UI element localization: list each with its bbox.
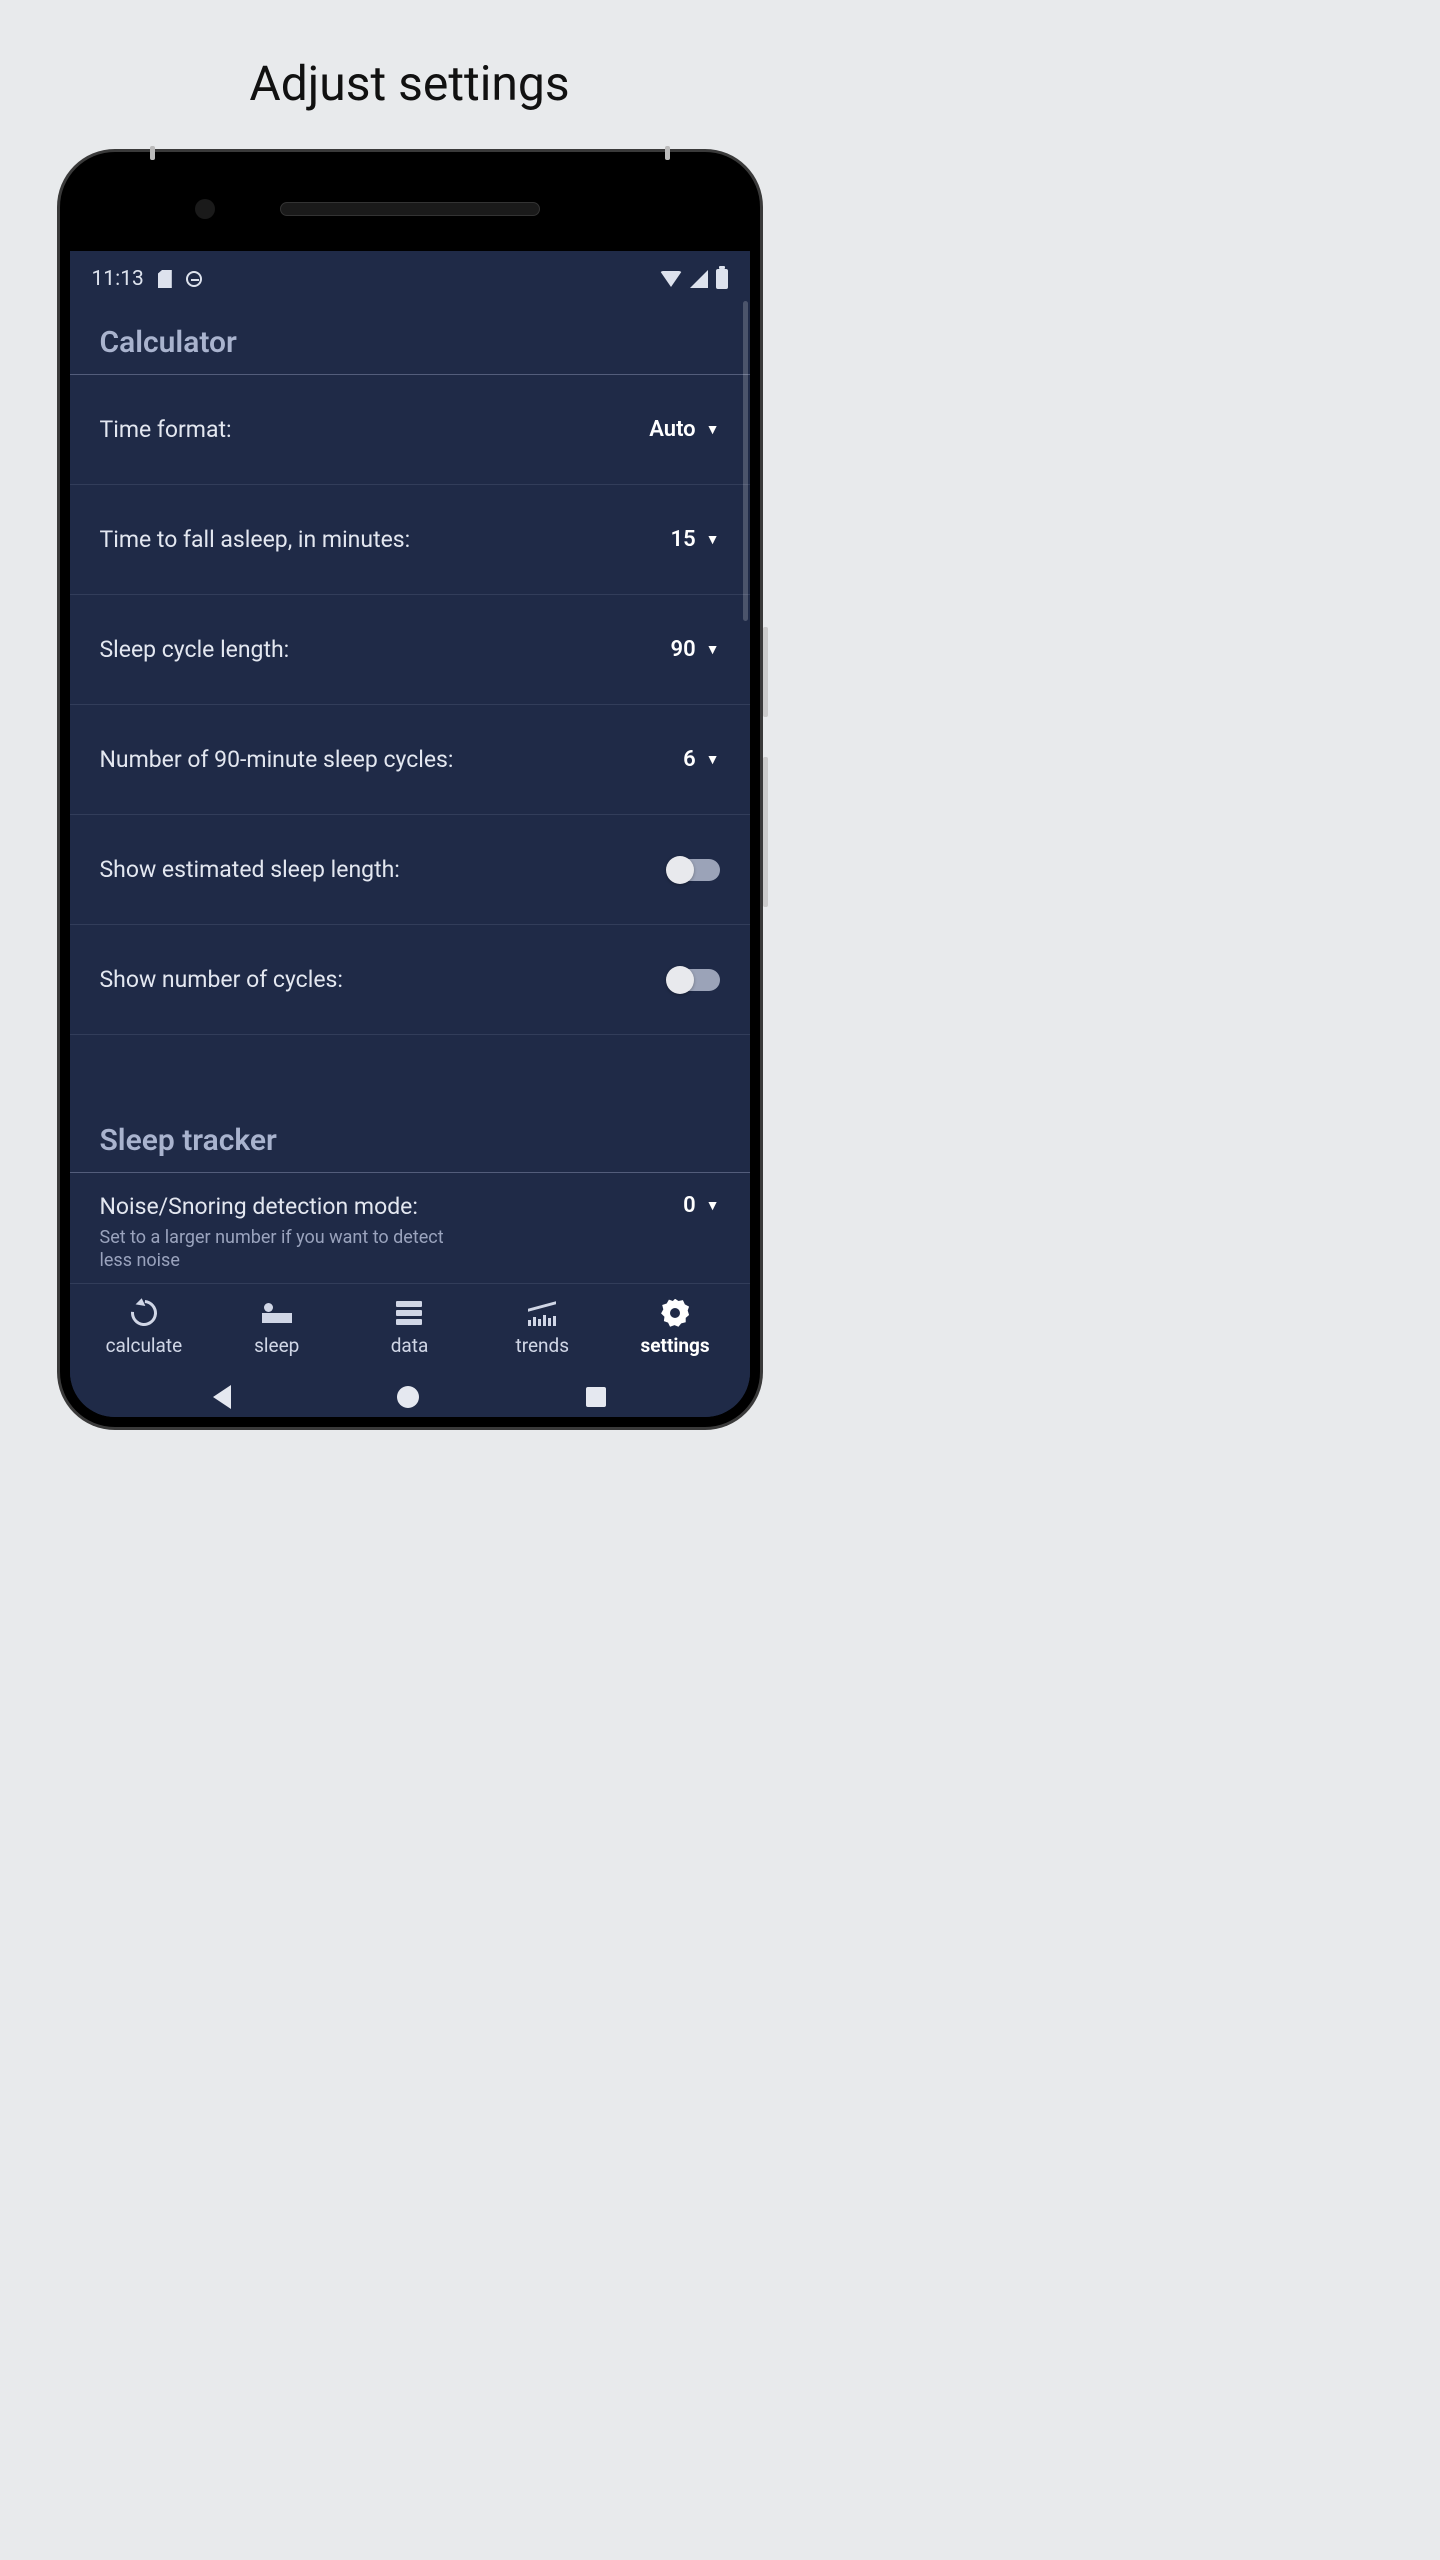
toggle-show-length[interactable] <box>668 859 720 881</box>
label-num-cycles: Number of 90-minute sleep cycles: <box>100 746 454 773</box>
home-button[interactable] <box>397 1386 419 1408</box>
chart-icon <box>528 1300 556 1326</box>
sync-icon <box>186 271 202 287</box>
chevron-down-icon: ▼ <box>706 1197 720 1214</box>
sublabel-noise-mode: Set to a larger number if you want to de… <box>100 1226 470 1273</box>
list-icon <box>396 1301 422 1325</box>
label-noise-mode: Noise/Snoring detection mode: <box>100 1193 470 1220</box>
page-title: Adjust settings <box>0 0 819 152</box>
sd-card-icon <box>158 270 172 288</box>
chevron-down-icon: ▼ <box>706 751 720 768</box>
row-fall-asleep[interactable]: Time to fall asleep, in minutes: 15 ▼ <box>70 485 750 595</box>
row-show-length[interactable]: Show estimated sleep length: <box>70 815 750 925</box>
label-fall-asleep: Time to fall asleep, in minutes: <box>100 526 411 553</box>
label-cycle-length: Sleep cycle length: <box>100 636 290 663</box>
gear-icon <box>661 1299 689 1327</box>
phone-speaker <box>280 202 540 216</box>
dropdown-num-cycles[interactable]: 6 ▼ <box>683 747 719 772</box>
bottom-nav: calculate sleep data <box>70 1284 750 1367</box>
label-show-length: Show estimated sleep length: <box>100 856 400 883</box>
refresh-icon <box>126 1294 163 1331</box>
wifi-icon <box>660 271 682 287</box>
screen: 11:13 Calculator Time format: <box>70 251 750 1417</box>
recent-apps-button[interactable] <box>586 1387 606 1407</box>
nav-settings[interactable]: settings <box>609 1298 742 1357</box>
dropdown-fall-asleep[interactable]: 15 ▼ <box>671 527 720 552</box>
dropdown-time-format[interactable]: Auto ▼ <box>649 417 719 442</box>
dropdown-cycle-length[interactable]: 90 ▼ <box>671 637 720 662</box>
chevron-down-icon: ▼ <box>706 641 720 658</box>
phone-camera <box>195 199 215 219</box>
label-show-cycles: Show number of cycles: <box>100 966 343 993</box>
dropdown-noise-mode[interactable]: 0 ▼ <box>683 1193 719 1218</box>
nav-sleep[interactable]: sleep <box>210 1298 343 1357</box>
battery-icon <box>716 269 728 289</box>
row-cycle-length[interactable]: Sleep cycle length: 90 ▼ <box>70 595 750 705</box>
back-button[interactable] <box>213 1385 231 1409</box>
signal-icon <box>690 270 708 288</box>
section-header-calculator: Calculator <box>70 307 750 375</box>
status-bar: 11:13 <box>70 251 750 307</box>
nav-calculate[interactable]: calculate <box>78 1298 211 1357</box>
scrollbar[interactable] <box>743 301 748 621</box>
status-time: 11:13 <box>92 267 144 291</box>
section-header-sleep-tracker: Sleep tracker <box>70 1105 750 1173</box>
nav-trends[interactable]: trends <box>476 1298 609 1357</box>
nav-data[interactable]: data <box>343 1298 476 1357</box>
system-nav <box>70 1367 750 1417</box>
row-noise-mode[interactable]: Noise/Snoring detection mode: Set to a l… <box>70 1173 750 1284</box>
chevron-down-icon: ▼ <box>706 531 720 548</box>
row-num-cycles[interactable]: Number of 90-minute sleep cycles: 6 ▼ <box>70 705 750 815</box>
bed-icon <box>262 1303 292 1323</box>
toggle-show-cycles[interactable] <box>668 969 720 991</box>
label-time-format: Time format: <box>100 416 232 443</box>
phone-frame: 11:13 Calculator Time format: <box>0 152 819 1427</box>
chevron-down-icon: ▼ <box>706 421 720 438</box>
row-time-format[interactable]: Time format: Auto ▼ <box>70 375 750 485</box>
row-show-cycles[interactable]: Show number of cycles: <box>70 925 750 1035</box>
